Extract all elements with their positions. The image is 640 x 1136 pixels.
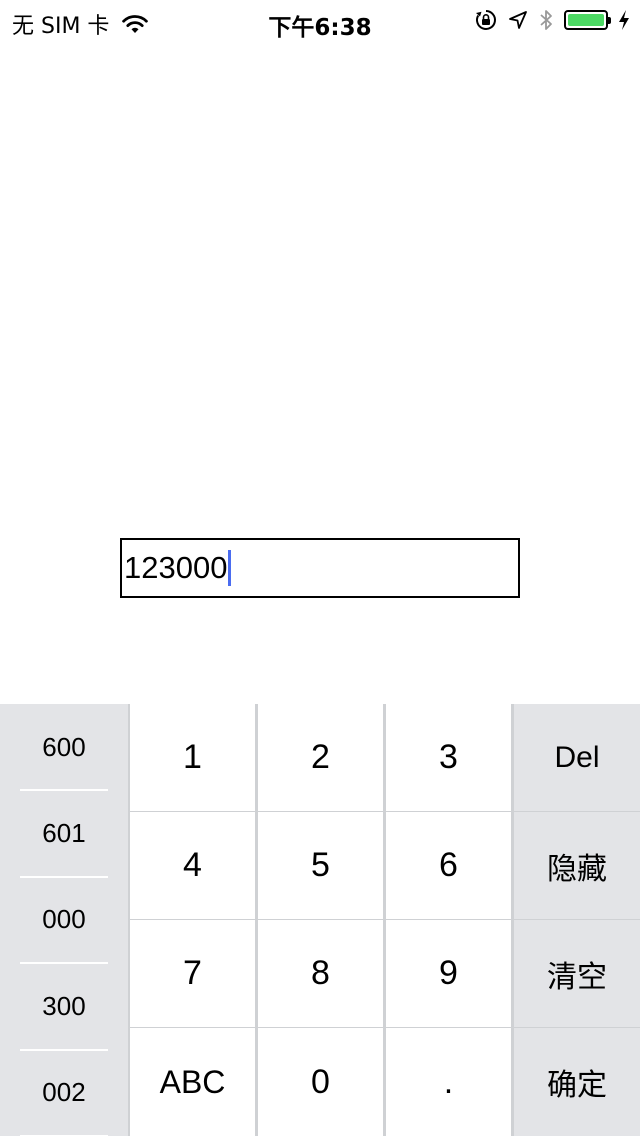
charging-bolt-icon xyxy=(619,10,629,30)
location-icon xyxy=(509,11,527,29)
preset-key-002[interactable]: 002 xyxy=(0,1050,128,1136)
key-1[interactable]: 1 xyxy=(130,704,255,811)
preset-key-000[interactable]: 000 xyxy=(0,877,128,963)
key-4[interactable]: 4 xyxy=(130,812,255,919)
battery-cap xyxy=(608,17,611,24)
preset-key-601[interactable]: 601 xyxy=(0,790,128,876)
stock-code-input[interactable]: 123000 xyxy=(120,538,520,598)
custom-keyboard: 600 601 000 300 002 1 2 3 4 5 6 7 8 9 ABC 0. Del 隐藏 清空 确定 xyxy=(0,704,640,1136)
delete-key[interactable]: Del xyxy=(514,704,640,811)
battery-icon xyxy=(564,10,611,30)
bluetooth-icon xyxy=(540,10,552,30)
key-8[interactable]: 8 xyxy=(258,920,383,1027)
hide-keyboard-key[interactable]: 隐藏 xyxy=(514,812,640,919)
key-3[interactable]: 3 xyxy=(386,704,511,811)
battery-level xyxy=(568,14,604,26)
status-icons xyxy=(474,8,630,32)
key-2[interactable]: 2 xyxy=(258,704,383,811)
key-abc-switch[interactable]: ABC xyxy=(130,1028,255,1136)
key-7[interactable]: 7 xyxy=(130,920,255,1027)
preset-key-300[interactable]: 300 xyxy=(0,963,128,1049)
orientation-lock-icon xyxy=(476,10,496,30)
key-decimal-point[interactable]: . xyxy=(386,1028,511,1136)
key-5[interactable]: 5 xyxy=(258,812,383,919)
key-9[interactable]: 9 xyxy=(386,920,511,1027)
preset-column: 600 601 000 300 002 xyxy=(0,704,128,1136)
key-0[interactable]: 0 xyxy=(258,1028,383,1136)
clear-key[interactable]: 清空 xyxy=(514,920,640,1027)
input-value: 123000 xyxy=(124,550,228,585)
screen: 无 SIM 卡 下午6:38 123000 600 601 000 300 00… xyxy=(0,0,640,1136)
preset-key-600[interactable]: 600 xyxy=(0,704,128,790)
status-bar: 无 SIM 卡 下午6:38 xyxy=(0,0,640,41)
text-caret xyxy=(228,550,232,586)
key-6[interactable]: 6 xyxy=(386,812,511,919)
confirm-key[interactable]: 确定 xyxy=(514,1028,640,1136)
